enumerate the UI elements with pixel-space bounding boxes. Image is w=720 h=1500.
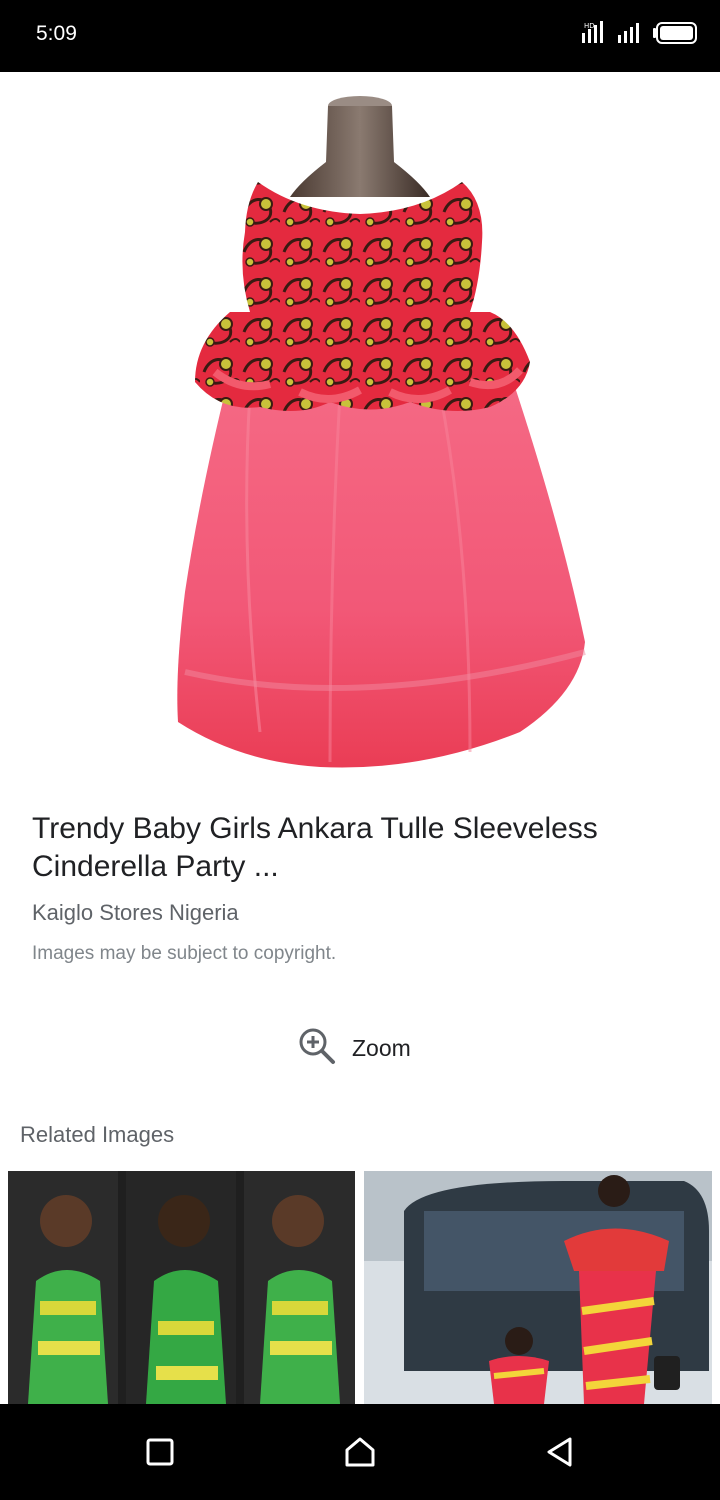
related-images-heading: Related Images <box>20 1122 175 1147</box>
home-icon[interactable] <box>340 1432 380 1472</box>
related-image-mother-daughter-ankara <box>364 1171 712 1404</box>
status-bar: 5:09 HD <box>0 0 720 72</box>
signal-hd-icon: HD <box>580 20 606 50</box>
recents-square-icon[interactable] <box>140 1432 180 1472</box>
related-image-thumbnail[interactable] <box>8 1171 355 1404</box>
battery-icon <box>652 21 698 50</box>
image-source[interactable]: Kaiglo Stores Nigeria <box>32 900 239 926</box>
image-title[interactable]: Trendy Baby Girls Ankara Tulle Sleeveles… <box>32 810 672 886</box>
signal-icon <box>616 21 642 50</box>
back-triangle-icon[interactable] <box>540 1432 580 1472</box>
dress-image <box>177 96 586 768</box>
related-image-girls-green-dresses <box>8 1171 355 1404</box>
zoom-in-icon <box>298 1027 336 1070</box>
zoom-label: Zoom <box>352 1034 411 1061</box>
main-image[interactable] <box>0 72 720 790</box>
status-time: 5:09 <box>36 22 77 45</box>
zoom-button[interactable]: Zoom <box>298 1026 411 1070</box>
status-icons: HD <box>580 20 698 50</box>
copyright-note: Images may be subject to copyright. <box>32 943 337 964</box>
navigation-bar <box>0 1404 720 1500</box>
related-image-thumbnail[interactable] <box>364 1171 712 1404</box>
svg-text:HD: HD <box>584 22 595 30</box>
